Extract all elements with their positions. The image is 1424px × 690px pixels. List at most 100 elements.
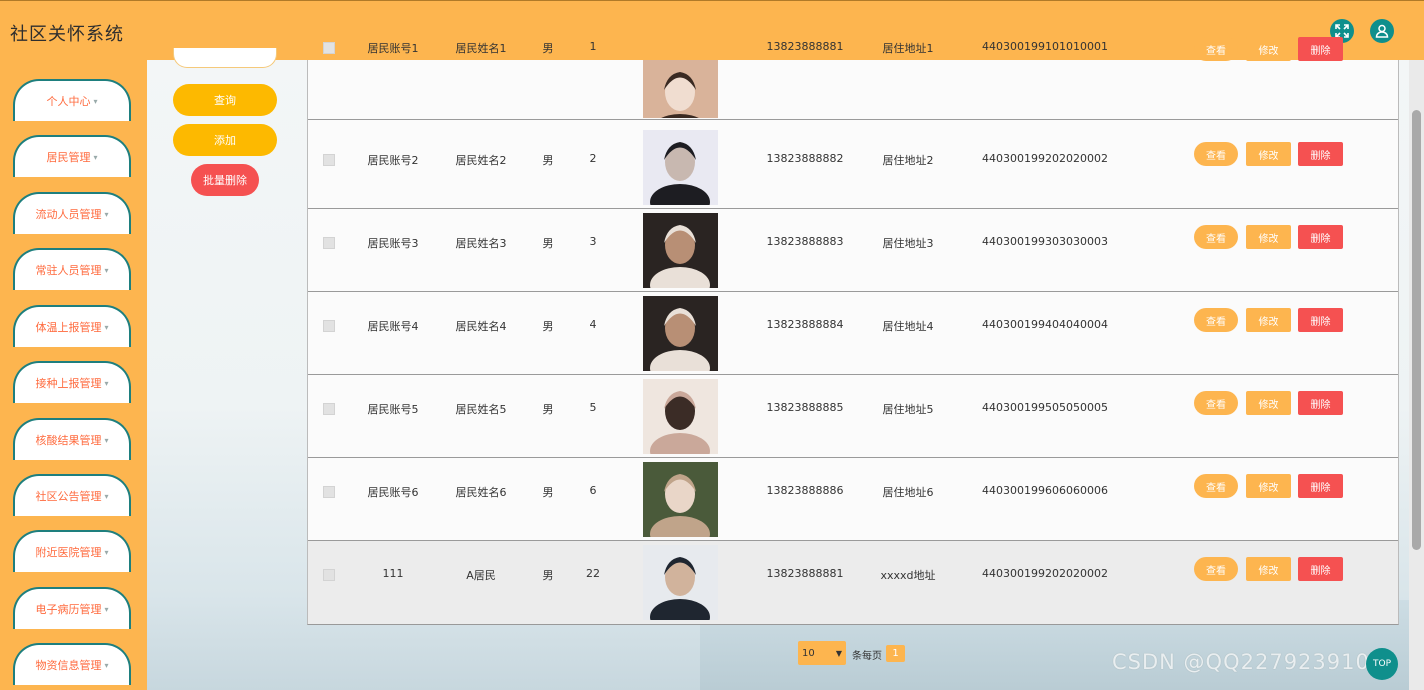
table-row: 居民账号1 居民姓名1 男 1 13823888881 居住地址1 440300199101… [308, 37, 1398, 120]
caret-down-icon: ▾ [104, 660, 109, 670]
cell-age: 4 [589, 318, 597, 331]
cell-address: 居住地址2 [882, 154, 934, 167]
cell-gender: 男 [542, 42, 554, 55]
sidebar-item-residents[interactable]: 居民管理 ▾ [13, 135, 131, 177]
edit-button[interactable]: 修改 [1246, 308, 1291, 332]
cell-gender: 男 [542, 154, 554, 167]
delete-button[interactable]: 删除 [1298, 142, 1343, 166]
delete-button[interactable]: 删除 [1298, 308, 1343, 332]
watermark: CSDN @QQ2279239102 [1112, 650, 1385, 674]
sidebar-item-floating-population[interactable]: 流动人员管理 ▾ [13, 192, 131, 234]
page-size-select[interactable]: 10 ▼ [798, 641, 846, 665]
batch-delete-button[interactable]: 批量删除 [191, 164, 259, 196]
view-button[interactable]: 查看 [1194, 37, 1238, 61]
sidebar-item-label: 接种上报管理 [35, 377, 102, 390]
cell-gender: 男 [542, 486, 554, 499]
cell-account: 居民账号6 [367, 486, 419, 499]
delete-button[interactable]: 删除 [1298, 225, 1343, 249]
add-button[interactable]: 添加 [173, 124, 277, 156]
view-button[interactable]: 查看 [1194, 474, 1238, 498]
sidebar-item-vaccination-report[interactable]: 接种上报管理 ▾ [13, 361, 131, 403]
delete-button[interactable]: 删除 [1298, 557, 1343, 581]
table-row: 居民账号3 居民姓名3 男 3 13823888883 居住地址3 440300199303… [308, 209, 1398, 292]
search-input[interactable] [173, 48, 277, 68]
caret-down-icon: ▾ [104, 209, 109, 219]
sidebar-item-nearby-hospitals[interactable]: 附近医院管理 ▾ [13, 530, 131, 572]
edit-button[interactable]: 修改 [1246, 142, 1291, 166]
row-checkbox[interactable] [323, 320, 335, 332]
sidebar-item-permanent-residents[interactable]: 常驻人员管理 ▾ [13, 248, 131, 290]
sidebar-item-label: 附近医院管理 [35, 546, 102, 559]
sidebar-item-label: 核酸结果管理 [35, 434, 102, 447]
sidebar-item-label: 电子病历管理 [35, 603, 102, 616]
avatar-photo [643, 545, 718, 620]
cell-id-no: 440300199505050005 [982, 401, 1108, 414]
cell-gender: 男 [542, 320, 554, 333]
sidebar-item-community-notices[interactable]: 社区公告管理 ▾ [13, 474, 131, 516]
avatar-photo [643, 379, 718, 454]
table-row: 居民账号2 居民姓名2 男 2 13823888882 居住地址2 440300199202… [308, 126, 1398, 209]
row-checkbox[interactable] [323, 403, 335, 415]
back-to-top-button[interactable]: TOP [1366, 648, 1398, 680]
edit-button[interactable]: 修改 [1246, 557, 1291, 581]
per-page-label: 条每页 [852, 651, 882, 662]
cell-address: 居住地址3 [882, 237, 934, 250]
cell-name: 居民姓名4 [455, 320, 507, 333]
delete-button[interactable]: 删除 [1298, 37, 1343, 61]
sidebar-item-label: 常驻人员管理 [35, 264, 102, 277]
cell-age: 1 [589, 40, 597, 53]
caret-down-icon: ▾ [104, 435, 109, 445]
row-checkbox[interactable] [323, 486, 335, 498]
view-button[interactable]: 查看 [1194, 225, 1238, 249]
avatar-photo [643, 60, 718, 118]
cell-phone: 13823888881 [766, 40, 844, 53]
sidebar: 个人中心 ▾ 居民管理 ▾ 流动人员管理 ▾ 常驻人员管理 ▾ 体温上报管理 ▾ 接种上报… [0, 60, 147, 690]
row-checkbox[interactable] [323, 237, 335, 249]
page-number-current[interactable]: 1 [886, 645, 905, 662]
residents-table: 居民账号1 居民姓名1 男 1 13823888881 居住地址1 440300199101… [307, 37, 1399, 625]
cell-age: 5 [589, 401, 597, 414]
table-row: 居民账号5 居民姓名5 男 5 13823888885 居住地址5 440300199505… [308, 375, 1398, 458]
cell-age: 6 [589, 484, 597, 497]
delete-button[interactable]: 删除 [1298, 391, 1343, 415]
sidebar-item-temperature-report[interactable]: 体温上报管理 ▾ [13, 305, 131, 347]
caret-down-icon: ▾ [104, 322, 109, 332]
query-button[interactable]: 查询 [173, 84, 277, 116]
cell-phone: 13823888885 [766, 401, 844, 414]
row-checkbox[interactable] [323, 154, 335, 166]
view-button[interactable]: 查看 [1194, 308, 1238, 332]
cell-address: xxxxd地址 [880, 569, 936, 582]
cell-account: 居民账号5 [367, 403, 419, 416]
cell-account: 111 [382, 567, 404, 580]
sidebar-item-nucleic-results[interactable]: 核酸结果管理 ▾ [13, 418, 131, 460]
sidebar-item-label: 物资信息管理 [35, 659, 102, 672]
sidebar-item-label: 流动人员管理 [35, 208, 102, 221]
avatar-photo [643, 213, 718, 288]
sidebar-item-label: 体温上报管理 [35, 321, 102, 334]
cell-age: 2 [589, 152, 597, 165]
caret-down-icon: ▾ [104, 265, 109, 275]
row-checkbox[interactable] [323, 42, 335, 54]
cell-account: 居民账号2 [367, 154, 419, 167]
avatar-photo [643, 462, 718, 537]
delete-button[interactable]: 删除 [1298, 474, 1343, 498]
row-checkbox[interactable] [323, 569, 335, 581]
edit-button[interactable]: 修改 [1246, 37, 1291, 61]
sidebar-item-medical-records[interactable]: 电子病历管理 ▾ [13, 587, 131, 629]
cell-address: 居住地址5 [882, 403, 934, 416]
sidebar-item-personal-center[interactable]: 个人中心 ▾ [13, 79, 131, 121]
edit-button[interactable]: 修改 [1246, 474, 1291, 498]
edit-button[interactable]: 修改 [1246, 391, 1291, 415]
avatar-photo [643, 130, 718, 205]
caret-down-icon: ▾ [104, 491, 109, 501]
chevron-down-icon: ▼ [835, 648, 842, 658]
table-row: 居民账号4 居民姓名4 男 4 13823888884 居住地址4 440300199404… [308, 292, 1398, 375]
sidebar-item-supplies[interactable]: 物资信息管理 ▾ [13, 643, 131, 685]
view-button[interactable]: 查看 [1194, 557, 1238, 581]
view-button[interactable]: 查看 [1194, 391, 1238, 415]
cell-address: 居住地址6 [882, 486, 934, 499]
edit-button[interactable]: 修改 [1246, 225, 1291, 249]
cell-gender: 男 [542, 403, 554, 416]
view-button[interactable]: 查看 [1194, 142, 1238, 166]
scrollbar-thumb[interactable] [1412, 110, 1421, 550]
